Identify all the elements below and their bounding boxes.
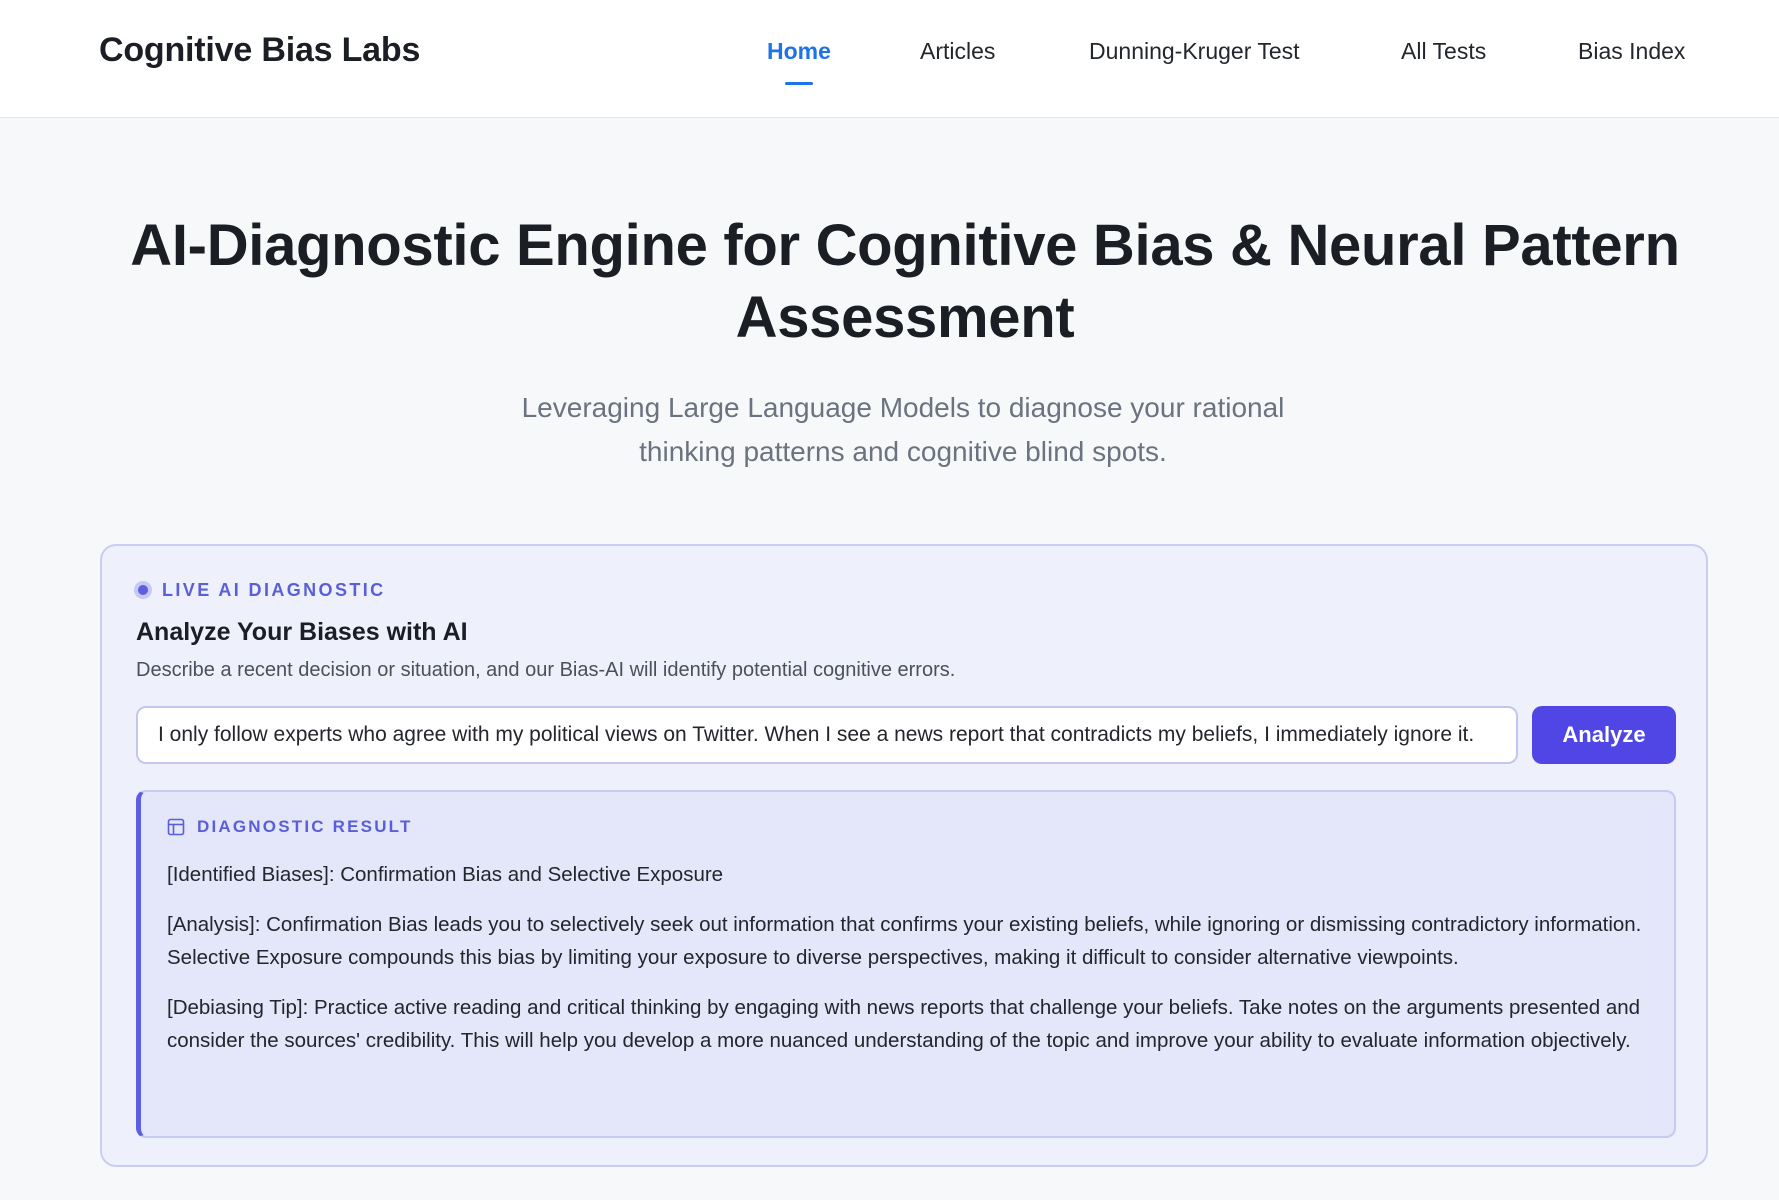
result-header: DIAGNOSTIC RESULT bbox=[167, 816, 1648, 838]
layout-panel-icon bbox=[167, 818, 185, 836]
situation-input[interactable] bbox=[136, 706, 1518, 764]
nav-item-all-tests[interactable]: All Tests bbox=[1401, 38, 1486, 65]
nav-item-articles[interactable]: Articles bbox=[920, 38, 995, 65]
nav-item-home[interactable]: Home bbox=[767, 38, 831, 65]
diagnostic-card: LIVE AI DIAGNOSTIC Analyze Your Biases w… bbox=[100, 544, 1708, 1167]
result-identified-biases: [Identified Biases]: Confirmation Bias a… bbox=[167, 863, 724, 886]
result-debiasing-tip: [Debiasing Tip]: Practice active reading… bbox=[167, 996, 1641, 1052]
page-title: AI-Diagnostic Engine for Cognitive Bias … bbox=[130, 213, 1680, 350]
diagnostic-result-panel: DIAGNOSTIC RESULT [Identified Biases]: C… bbox=[136, 790, 1676, 1138]
live-indicator: LIVE AI DIAGNOSTIC bbox=[134, 578, 386, 602]
nav-item-bias-index[interactable]: Bias Index bbox=[1578, 38, 1685, 65]
result-analysis: [Analysis]: Confirmation Bias leads you … bbox=[167, 913, 1642, 969]
page-subtitle: Leveraging Large Language Models to diag… bbox=[521, 392, 1285, 467]
live-status-dot-icon bbox=[134, 581, 152, 599]
top-navigation-bar: Cognitive Bias Labs Home Articles Dunnin… bbox=[0, 0, 1779, 118]
diagnostic-title: Analyze Your Biases with AI bbox=[136, 618, 468, 646]
nav-item-dunning-kruger-test[interactable]: Dunning-Kruger Test bbox=[1089, 38, 1300, 65]
live-label: LIVE AI DIAGNOSTIC bbox=[162, 579, 386, 600]
analyze-button[interactable]: Analyze bbox=[1532, 706, 1676, 764]
result-label: DIAGNOSTIC RESULT bbox=[197, 817, 413, 836]
diagnostic-description: Describe a recent decision or situation,… bbox=[136, 659, 956, 681]
main-nav: Home Articles Dunning-Kruger Test All Te… bbox=[0, 38, 1779, 98]
